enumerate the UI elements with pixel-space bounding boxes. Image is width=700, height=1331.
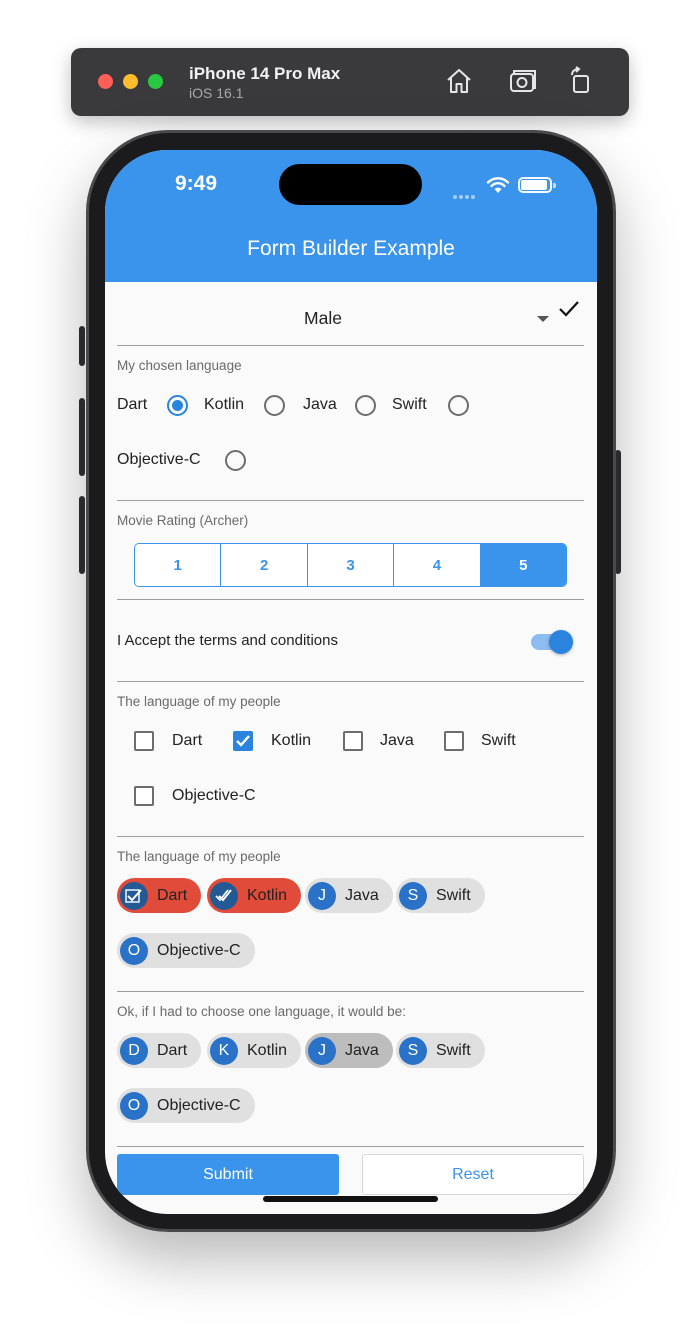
choice-chip-java[interactable]: J Java: [305, 1033, 393, 1068]
chip-label: Dart: [157, 1041, 188, 1059]
checkbox-dart[interactable]: [134, 731, 154, 751]
chevron-down-icon[interactable]: [537, 316, 549, 322]
choice-chip-objective-c[interactable]: O Objective-C: [117, 1088, 255, 1123]
submit-button[interactable]: Submit: [117, 1154, 339, 1195]
chip-label: Swift: [436, 1041, 471, 1059]
one-language-label: Ok, if I had to choose one language, it …: [117, 1004, 406, 1019]
chip-avatar: D: [120, 1036, 148, 1065]
checkbox-kotlin[interactable]: [233, 731, 253, 751]
chip-avatar: O: [120, 936, 148, 965]
rating-option-1[interactable]: 1: [135, 544, 222, 586]
people-language-label: The language of my people: [117, 694, 281, 709]
checkbox-swift[interactable]: [444, 731, 464, 751]
radio-label-dart: Dart: [117, 396, 148, 413]
page-title: Form Builder Example: [247, 237, 455, 260]
chip-label: Kotlin: [247, 1041, 288, 1059]
check-icon: [215, 888, 232, 901]
divider: [117, 1146, 584, 1147]
screenshot-icon[interactable]: [508, 66, 538, 96]
chip-avatar: K: [210, 1036, 238, 1065]
chip-avatar: J: [308, 1036, 336, 1065]
checkbox-label-dart: Dart: [172, 732, 203, 749]
choice-chip-swift[interactable]: S Swift: [396, 1033, 485, 1068]
checkbox-label-kotlin: Kotlin: [271, 732, 312, 749]
chip-label: Kotlin: [247, 886, 288, 904]
chip-avatar: J: [308, 881, 336, 910]
check-icon: [125, 888, 142, 903]
radio-objective-c[interactable]: [225, 450, 246, 471]
radio-label-swift: Swift: [392, 396, 427, 413]
radio-label-kotlin: Kotlin: [204, 396, 245, 413]
chip-swift[interactable]: S Swift: [396, 878, 485, 913]
status-time: 9:49: [175, 172, 218, 195]
divider: [117, 681, 584, 682]
home-icon[interactable]: [444, 66, 474, 96]
choice-chip-kotlin[interactable]: K Kotlin: [207, 1033, 302, 1068]
rating-option-5[interactable]: 5: [480, 544, 566, 586]
dynamic-island: [279, 164, 422, 205]
chip-avatar: S: [399, 881, 427, 910]
simulator-device-name: iPhone 14 Pro Max: [189, 64, 341, 83]
chip-label: Java: [345, 1041, 379, 1059]
close-window-button[interactable]: [98, 74, 113, 89]
checkbox-label-objective-c: Objective-C: [172, 787, 256, 804]
home-indicator: [263, 1196, 438, 1202]
volume-down-button: [79, 496, 85, 574]
choice-chip-dart[interactable]: D Dart: [117, 1033, 202, 1068]
chip-label: Objective-C: [157, 1096, 241, 1114]
terms-label: I Accept the terms and conditions: [117, 632, 338, 649]
chip-kotlin[interactable]: Kotlin: [207, 878, 302, 913]
reset-button[interactable]: Reset: [362, 1154, 584, 1195]
checkbox-java[interactable]: [343, 731, 363, 751]
checkbox-objective-c[interactable]: [134, 786, 154, 806]
volume-up-button: [79, 398, 85, 476]
checkbox-label-java: Java: [380, 732, 414, 749]
divider: [117, 345, 584, 346]
rating-option-4[interactable]: 4: [394, 544, 481, 586]
zoom-window-button[interactable]: [148, 74, 163, 89]
wifi-icon: [486, 176, 510, 199]
chip-label: Swift: [436, 886, 471, 904]
chip-avatar: S: [399, 1036, 427, 1065]
chosen-language-label: My chosen language: [117, 358, 242, 373]
cellular-signal-icon: [453, 186, 477, 204]
chip-label: Java: [345, 886, 379, 904]
chip-label: Objective-C: [157, 941, 241, 959]
divider: [117, 599, 584, 600]
minimize-window-button[interactable]: [123, 74, 138, 89]
gender-dropdown[interactable]: Male: [117, 308, 529, 329]
chip-avatar: [210, 881, 238, 910]
chip-java[interactable]: J Java: [305, 878, 393, 913]
chip-avatar: O: [120, 1091, 148, 1120]
checkbox-label-swift: Swift: [481, 732, 516, 749]
phone-screen: 9:49 Form Builder Example Male My chosen…: [105, 150, 597, 1214]
radio-label-objective-c: Objective-C: [117, 451, 201, 468]
divider: [117, 500, 584, 501]
rating-option-2[interactable]: 2: [221, 544, 308, 586]
rating-option-3[interactable]: 3: [307, 544, 395, 586]
chip-objective-c[interactable]: O Objective-C: [117, 933, 255, 968]
movie-rating-label: Movie Rating (Archer): [117, 513, 249, 528]
chip-dart[interactable]: Dart: [117, 878, 202, 913]
radio-swift[interactable]: [448, 395, 469, 416]
simulator-os-version: iOS 16.1: [189, 85, 244, 101]
divider: [117, 991, 584, 992]
radio-label-java: Java: [303, 396, 337, 413]
radio-dart[interactable]: [167, 395, 188, 416]
divider: [117, 836, 584, 837]
people-language-chips-label: The language of my people: [117, 849, 281, 864]
rotate-icon[interactable]: [566, 66, 596, 96]
action-button: [79, 326, 85, 366]
terms-switch-knob[interactable]: [549, 630, 573, 654]
radio-java[interactable]: [355, 395, 376, 416]
battery-icon: [518, 177, 556, 193]
movie-rating-segmented-control: 1 2 3 4 5: [134, 543, 567, 587]
chip-label: Dart: [157, 886, 188, 904]
radio-kotlin[interactable]: [264, 395, 285, 416]
check-icon: [558, 300, 580, 323]
chip-avatar: [120, 881, 148, 910]
app-bar: 9:49 Form Builder Example: [105, 150, 597, 282]
